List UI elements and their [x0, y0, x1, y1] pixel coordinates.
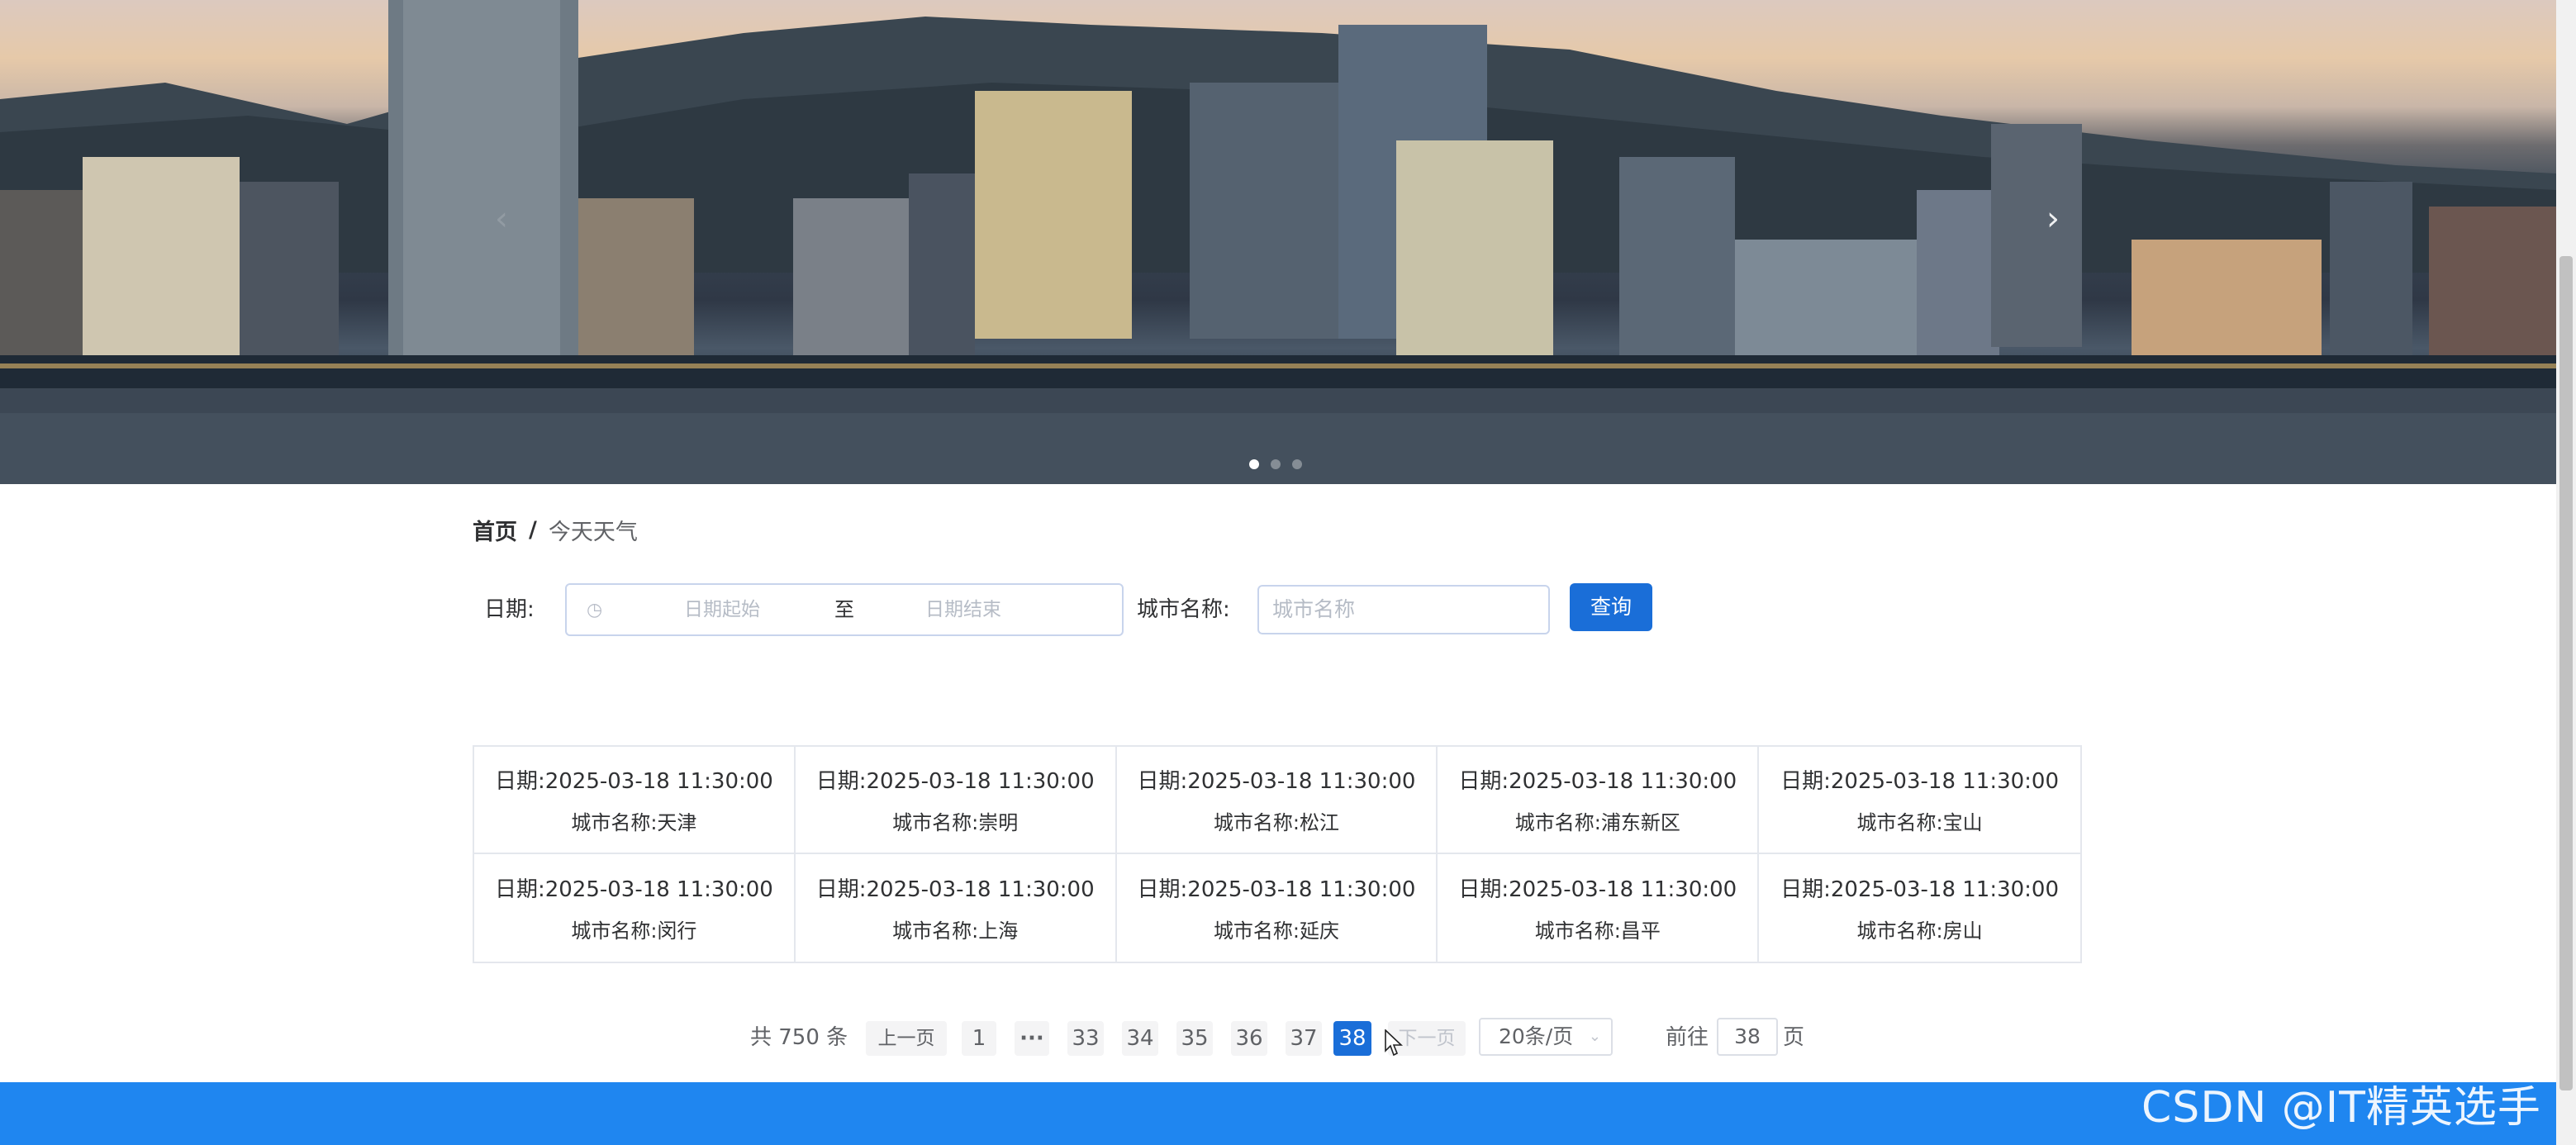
card-date: 日期:2025-03-18 11:30:00	[1137, 769, 1416, 794]
scrollbar-thumb[interactable]	[2559, 256, 2573, 1090]
weather-card[interactable]: 日期:2025-03-18 11:30:00 城市名称:房山	[1759, 854, 2080, 962]
pagination-page-33[interactable]: 33	[1067, 1021, 1104, 1056]
pagination-page-38-active[interactable]: 38	[1333, 1021, 1371, 1056]
card-date: 日期:2025-03-18 11:30:00	[815, 769, 1095, 794]
carousel-prev-icon[interactable]: ‹	[479, 197, 524, 241]
goto-page-input[interactable]: 38	[1717, 1018, 1778, 1056]
page-size-value: 20条/页	[1499, 1024, 1574, 1048]
carousel-dot[interactable]	[1271, 459, 1281, 469]
breadcrumb-current: 今天天气	[548, 520, 638, 545]
weather-card[interactable]: 日期:2025-03-18 11:30:00 城市名称:浦东新区	[1438, 747, 1760, 854]
card-date: 日期:2025-03-18 11:30:00	[494, 877, 773, 902]
breadcrumb: 首页 / 今天天气	[473, 514, 638, 546]
pagination-page-1[interactable]: 1	[962, 1021, 996, 1056]
card-date: 日期:2025-03-18 11:30:00	[494, 769, 773, 794]
pagination-page-35[interactable]: 35	[1176, 1021, 1213, 1056]
card-city: 城市名称:上海	[892, 919, 1019, 943]
date-start-input[interactable]: 日期起始	[684, 585, 760, 634]
date-range-picker[interactable]: ◷ 日期起始 至 日期结束	[565, 583, 1124, 636]
breadcrumb-home[interactable]: 首页	[473, 514, 517, 546]
card-city: 城市名称:浦东新区	[1514, 811, 1680, 834]
weather-card[interactable]: 日期:2025-03-18 11:30:00 城市名称:延庆	[1117, 854, 1438, 962]
pagination-prev-button[interactable]: 上一页	[866, 1021, 947, 1056]
card-date: 日期:2025-03-18 11:30:00	[1780, 877, 2060, 902]
city-label: 城市名称:	[1137, 597, 1230, 622]
carousel-dot[interactable]	[1249, 459, 1259, 469]
card-city: 城市名称:宝山	[1856, 811, 1983, 834]
page-size-select[interactable]: 20条/页 ⌄	[1479, 1018, 1613, 1056]
weather-card-grid: 日期:2025-03-18 11:30:00 城市名称:天津 日期:2025-03-…	[473, 745, 2082, 963]
pagination-page-36[interactable]: 36	[1231, 1021, 1267, 1056]
card-city: 城市名称:闵行	[571, 919, 697, 943]
watermark: CSDN @IT精英选手	[2141, 1083, 2541, 1133]
weather-card[interactable]: 日期:2025-03-18 11:30:00 城市名称:崇明	[795, 747, 1117, 854]
goto-suffix: 页	[1783, 1025, 1805, 1050]
query-button[interactable]: 查询	[1570, 583, 1652, 631]
city-skyline-image	[0, 0, 2556, 484]
goto-prefix: 前往	[1666, 1025, 1709, 1050]
card-city: 城市名称:延庆	[1213, 919, 1340, 943]
card-city: 城市名称:松江	[1213, 811, 1340, 834]
weather-card[interactable]: 日期:2025-03-18 11:30:00 城市名称:宝山	[1759, 747, 2080, 854]
carousel-dot[interactable]	[1292, 459, 1302, 469]
card-date: 日期:2025-03-18 11:30:00	[1458, 769, 1737, 794]
pagination-page-34[interactable]: 34	[1122, 1021, 1158, 1056]
date-range-separator: 至	[834, 598, 854, 621]
breadcrumb-separator: /	[529, 517, 537, 543]
card-date: 日期:2025-03-18 11:30:00	[1458, 877, 1737, 902]
card-date: 日期:2025-03-18 11:30:00	[1780, 769, 2060, 794]
city-search-input[interactable]: 城市名称	[1257, 585, 1550, 634]
clock-icon: ◷	[587, 600, 603, 620]
carousel-banner: ‹ ›	[0, 0, 2556, 484]
pagination-ellipsis[interactable]: ···	[1015, 1021, 1049, 1056]
carousel-next-icon[interactable]: ›	[2031, 197, 2075, 241]
pagination-page-37[interactable]: 37	[1286, 1021, 1322, 1056]
card-city: 城市名称:房山	[1856, 919, 1983, 943]
card-date: 日期:2025-03-18 11:30:00	[1137, 877, 1416, 902]
chevron-down-icon: ⌄	[1588, 1028, 1601, 1045]
pagination-total: 共 750 条	[750, 1025, 848, 1050]
card-city: 城市名称:崇明	[892, 811, 1019, 834]
carousel-indicators	[1249, 459, 1302, 469]
date-label: 日期:	[484, 597, 535, 622]
weather-card[interactable]: 日期:2025-03-18 11:30:00 城市名称:昌平	[1438, 854, 1760, 962]
weather-card[interactable]: 日期:2025-03-18 11:30:00 城市名称:上海	[796, 854, 1117, 962]
card-city: 城市名称:天津	[571, 811, 697, 834]
weather-card[interactable]: 日期:2025-03-18 11:30:00 城市名称:闵行	[474, 854, 796, 962]
date-end-input[interactable]: 日期结束	[925, 585, 1001, 634]
weather-card[interactable]: 日期:2025-03-18 11:30:00 城市名称:松江	[1116, 747, 1438, 854]
card-date: 日期:2025-03-18 11:30:00	[815, 877, 1095, 902]
card-city: 城市名称:昌平	[1534, 919, 1661, 943]
mouse-cursor-icon	[1385, 1029, 1403, 1057]
weather-card[interactable]: 日期:2025-03-18 11:30:00 城市名称:天津	[474, 747, 796, 854]
